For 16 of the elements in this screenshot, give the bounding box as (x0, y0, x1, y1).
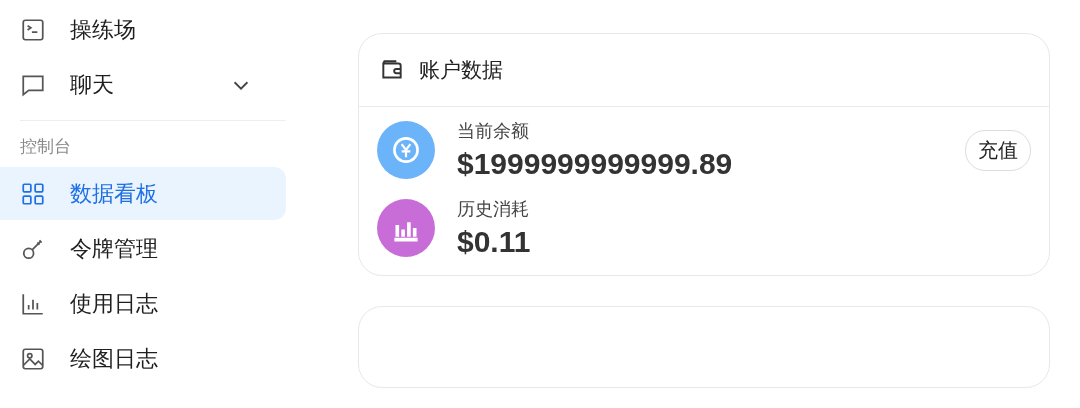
image-icon (20, 345, 46, 372)
grid-icon (20, 180, 46, 207)
sidebar-item[interactable]: 使用日志 (0, 277, 286, 330)
sidebar-item[interactable]: 绘图日志 (0, 332, 286, 385)
recharge-button[interactable]: 充值 (965, 129, 1031, 171)
stat-label: 当前余额 (457, 119, 530, 143)
section-title: 控制台 (19, 135, 72, 158)
sidebar-item[interactable]: 聊天 (0, 58, 286, 111)
terminal-icon (20, 16, 46, 43)
stat-label: 历史消耗 (457, 197, 530, 221)
stat-value: $0.11 (457, 225, 532, 259)
stat-value: $1999999999999.89 (457, 147, 734, 181)
sidebar-item[interactable]: 令牌管理 (0, 222, 286, 275)
card-title: 账户数据 (419, 57, 503, 84)
sidebar-item[interactable]: 数据看板 (0, 167, 286, 220)
sidebar-item[interactable]: 操练场 (0, 3, 286, 56)
